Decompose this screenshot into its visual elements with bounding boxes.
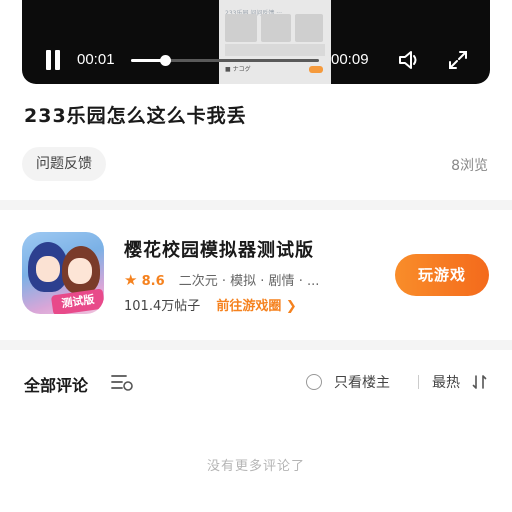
topic-tag[interactable]: 问题反馈 — [22, 147, 106, 181]
character-face — [36, 256, 60, 282]
filter-divider — [418, 375, 419, 389]
section-divider — [0, 340, 512, 350]
duration: 00:09 — [331, 51, 369, 68]
current-time: 00:01 — [77, 51, 115, 68]
game-posts: 101.4万帖子 前往游戏圈 ❯ — [124, 295, 297, 314]
progress-handle[interactable] — [159, 55, 171, 66]
goto-game-circle-link[interactable]: 前往游戏圈 ❯ — [216, 299, 296, 314]
game-name[interactable]: 樱花校园模拟器测试版 — [124, 236, 314, 262]
character-face — [68, 258, 92, 284]
test-version-badge: 测试版 — [50, 288, 104, 314]
pause-icon[interactable] — [44, 50, 62, 70]
comment-filter-icon[interactable] — [110, 372, 134, 392]
only-author-radio[interactable] — [306, 374, 322, 390]
view-count: 8浏览 — [451, 158, 488, 174]
video-controls: 00:01 00:09 — [22, 0, 490, 84]
post-title: 233乐园怎么这么卡我丢 — [24, 105, 247, 127]
only-author-label[interactable]: 只看楼主 — [334, 372, 390, 392]
sort-hottest[interactable]: 最热 — [432, 372, 460, 392]
play-game-button[interactable]: 玩游戏 — [395, 254, 489, 296]
progress-bar[interactable] — [131, 55, 319, 66]
star-icon: ★ — [124, 271, 138, 289]
comments-header: 全部评论 — [24, 376, 89, 395]
posts-count: 101.4万帖子 — [124, 299, 201, 314]
volume-icon[interactable] — [398, 49, 422, 71]
fullscreen-icon[interactable] — [448, 50, 468, 70]
game-meta: ★ 8.6 二次元 · 模拟 · 剧情 · ... — [124, 270, 319, 289]
section-divider — [0, 200, 512, 210]
sort-icon[interactable] — [472, 374, 488, 390]
game-rating: 8.6 — [141, 274, 165, 289]
video-player[interactable]: 233乐园 问问反馈 ··· ■ ナコグ 00:01 00:09 — [22, 0, 490, 84]
game-icon[interactable]: 测试版 — [22, 232, 104, 314]
no-more-comments: 没有更多评论了 — [206, 459, 305, 474]
game-genres: 二次元 · 模拟 · 剧情 · ... — [178, 274, 320, 289]
